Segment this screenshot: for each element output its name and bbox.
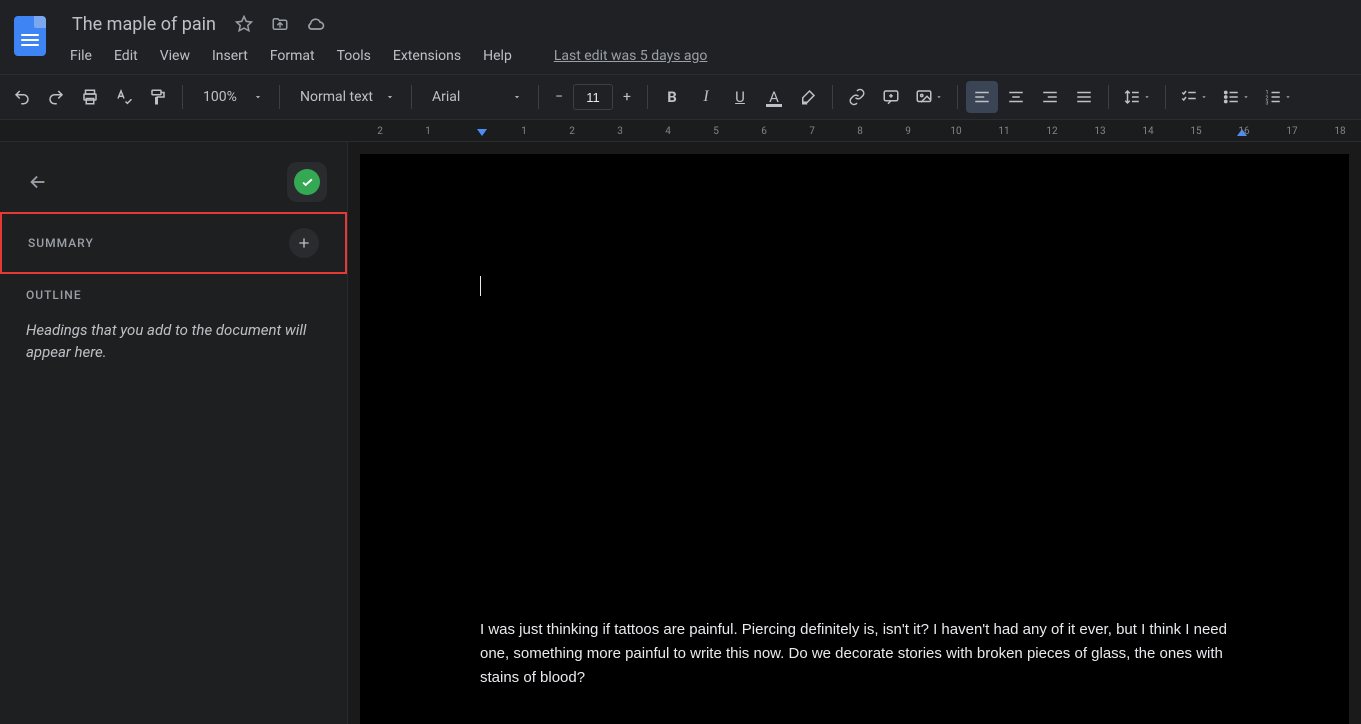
undo-button[interactable] [6, 81, 38, 113]
ruler-tick: 14 [1138, 120, 1158, 142]
outline-label: OUTLINE [26, 288, 82, 302]
horizontal-ruler[interactable]: 21123456789101112131415161718 [0, 120, 1361, 142]
bulleted-list-button[interactable] [1216, 81, 1256, 113]
insert-image-button[interactable] [909, 81, 949, 113]
app-header: The maple of pain File Edit View Insert … [0, 0, 1361, 74]
doc-title-input[interactable]: The maple of pain [64, 12, 224, 37]
ruler-tick: 18 [1330, 120, 1350, 142]
ruler-tick [466, 120, 486, 142]
ruler-tick: 16 [1234, 120, 1254, 142]
text-cursor-icon [480, 276, 481, 296]
print-button[interactable] [74, 81, 106, 113]
docs-logo[interactable] [8, 8, 52, 64]
add-summary-button[interactable] [289, 228, 319, 258]
numbered-list-button[interactable]: 123 [1258, 81, 1298, 113]
ruler-tick: 2 [370, 120, 390, 142]
summary-section: SUMMARY [0, 212, 347, 274]
ruler-tick: 4 [658, 120, 678, 142]
move-icon[interactable] [264, 8, 296, 40]
menu-edit[interactable]: Edit [106, 44, 146, 68]
align-justify-button[interactable] [1068, 81, 1100, 113]
ruler-tick: 12 [1042, 120, 1062, 142]
ruler-tick: 15 [1186, 120, 1206, 142]
ruler-tick: 17 [1282, 120, 1302, 142]
document-canvas[interactable]: I was just thinking if tattoos are painf… [348, 142, 1361, 724]
document-page[interactable]: I was just thinking if tattoos are painf… [360, 154, 1349, 724]
toolbar: 100% Normal text Arial − + B I U A [0, 74, 1361, 120]
last-edit-link[interactable]: Last edit was 5 days ago [546, 44, 716, 68]
zoom-value: 100% [203, 89, 237, 105]
align-center-button[interactable] [1000, 81, 1032, 113]
insert-link-button[interactable] [841, 81, 873, 113]
ruler-tick: 1 [418, 120, 438, 142]
text-color-button[interactable]: A [758, 81, 790, 113]
star-icon[interactable] [228, 8, 260, 40]
ruler-tick: 10 [946, 120, 966, 142]
cloud-status-icon[interactable] [300, 8, 332, 40]
outline-empty-note: Headings that you add to the document wi… [16, 316, 331, 374]
align-left-button[interactable] [966, 81, 998, 113]
menu-tools[interactable]: Tools [329, 44, 379, 68]
menu-help[interactable]: Help [475, 44, 520, 68]
ruler-tick: 5 [706, 120, 726, 142]
menu-extensions[interactable]: Extensions [385, 44, 469, 68]
font-size-decrease[interactable]: − [547, 84, 571, 110]
sidebar-back-button[interactable] [20, 164, 56, 200]
ruler-tick: 11 [994, 120, 1014, 142]
zoom-select[interactable]: 100% [191, 81, 271, 113]
svg-text:3: 3 [1266, 101, 1269, 107]
checklist-button[interactable] [1174, 81, 1214, 113]
menu-format[interactable]: Format [262, 44, 323, 68]
check-icon [294, 169, 320, 195]
summary-label: SUMMARY [28, 236, 94, 250]
align-right-button[interactable] [1034, 81, 1066, 113]
menu-insert[interactable]: Insert [204, 44, 256, 68]
font-family-value: Arial [432, 89, 460, 105]
ruler-tick: 7 [802, 120, 822, 142]
font-size-control: − + [547, 84, 639, 110]
outline-section: OUTLINE Headings that you add to the doc… [0, 274, 347, 374]
font-family-select[interactable]: Arial [420, 81, 530, 113]
menu-bar: File Edit View Insert Format Tools Exten… [52, 40, 1353, 74]
paragraph-style-value: Normal text [300, 89, 373, 105]
ruler-tick: 2 [562, 120, 582, 142]
line-spacing-button[interactable] [1117, 81, 1157, 113]
redo-button[interactable] [40, 81, 72, 113]
menu-view[interactable]: View [152, 44, 198, 68]
insert-comment-button[interactable] [875, 81, 907, 113]
ruler-tick: 3 [610, 120, 630, 142]
paint-format-button[interactable] [142, 81, 174, 113]
paragraph-style-select[interactable]: Normal text [288, 81, 403, 113]
underline-button[interactable]: U [724, 81, 756, 113]
ruler-tick: 1 [514, 120, 534, 142]
ruler-tick: 6 [754, 120, 774, 142]
highlight-button[interactable] [792, 81, 824, 113]
document-body-text[interactable]: I was just thinking if tattoos are painf… [480, 618, 1229, 690]
font-size-increase[interactable]: + [615, 84, 639, 110]
italic-button[interactable]: I [690, 81, 722, 113]
spellcheck-button[interactable] [108, 81, 140, 113]
ruler-tick: 9 [898, 120, 918, 142]
font-size-input[interactable] [573, 84, 613, 110]
docs-logo-icon [14, 16, 46, 56]
outline-status-chip[interactable] [287, 162, 327, 202]
menu-file[interactable]: File [62, 44, 100, 68]
bold-button[interactable]: B [656, 81, 688, 113]
ruler-tick: 8 [850, 120, 870, 142]
outline-sidebar: SUMMARY OUTLINE Headings that you add to… [0, 142, 348, 724]
ruler-tick: 13 [1090, 120, 1110, 142]
